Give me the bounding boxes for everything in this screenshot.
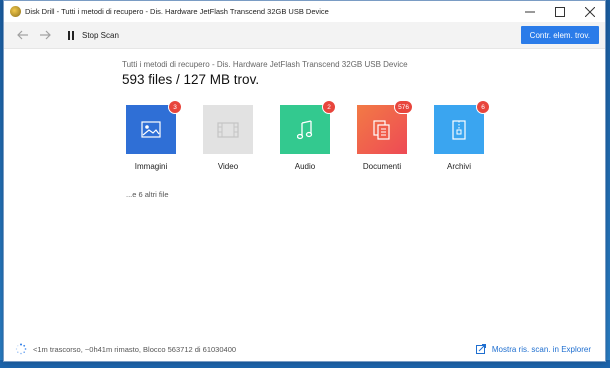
- pause-icon[interactable]: [64, 25, 78, 45]
- open-external-icon: [475, 344, 486, 354]
- show-in-explorer-label[interactable]: Mostra ris. scan. in Explorer: [492, 345, 591, 354]
- back-button[interactable]: [12, 25, 34, 45]
- category-tile-box[interactable]: 2: [280, 100, 336, 154]
- category-tile-video[interactable]: Video: [203, 105, 253, 171]
- forward-button[interactable]: [34, 25, 56, 45]
- review-found-items-button[interactable]: Contr. elem. trov.: [520, 26, 599, 44]
- category-label: Audio: [294, 162, 316, 171]
- file-count-badge: 3: [168, 100, 182, 114]
- maximize-button[interactable]: [545, 1, 575, 22]
- maximize-icon: [555, 6, 565, 17]
- film-icon: [217, 121, 239, 138]
- arrow-left-icon: [17, 30, 28, 40]
- loading-spinner-icon: [15, 343, 27, 355]
- main-content: Tutti i metodi di recupero - Dis. Hardwa…: [4, 49, 605, 361]
- disk-drill-app-icon: [10, 6, 21, 17]
- category-label: Archivi: [446, 162, 471, 171]
- image-icon: [141, 121, 161, 138]
- window-title: Disk Drill - Tutti i metodi di recupero …: [25, 7, 329, 16]
- category-tile-archives[interactable]: 6 Archivi: [434, 100, 490, 171]
- file-count-badge: 576: [394, 100, 413, 114]
- category-tile-audio[interactable]: 2 Audio: [280, 100, 336, 171]
- arrow-right-icon: [40, 30, 51, 40]
- category-tile-documents[interactable]: 576 Documenti: [357, 100, 413, 171]
- music-note-icon: [297, 119, 313, 139]
- minimize-icon: [525, 11, 535, 12]
- app-window: Disk Drill - Tutti i metodi di recupero …: [3, 0, 606, 362]
- category-tile-box[interactable]: 3: [126, 100, 182, 154]
- category-label: Documenti: [362, 162, 402, 171]
- category-tile-box[interactable]: 6: [434, 100, 490, 154]
- more-files-link[interactable]: ...e 6 altri file: [126, 190, 169, 199]
- category-tile-images[interactable]: 3 Immagini: [126, 100, 182, 171]
- recovery-method-subtitle: Tutti i metodi di recupero - Dis. Hardwa…: [122, 60, 408, 69]
- close-button[interactable]: [575, 1, 605, 22]
- show-in-explorer-link[interactable]: Mostra ris. scan. in Explorer: [475, 344, 591, 354]
- category-tile-box[interactable]: 576: [357, 100, 413, 154]
- document-icon: [373, 119, 390, 140]
- files-found-headline: 593 files / 127 MB trov.: [122, 72, 260, 87]
- category-tile-box[interactable]: [203, 105, 253, 154]
- scan-progress-text: <1m trascorso, ~0h41m rimasto, Blocco 56…: [33, 344, 237, 354]
- toolbar: Stop Scan Contr. elem. trov.: [4, 22, 605, 49]
- file-count-badge: 6: [476, 100, 490, 114]
- title-bar[interactable]: Disk Drill - Tutti i metodi di recupero …: [4, 1, 605, 22]
- category-label: Immagini: [134, 162, 168, 171]
- category-label: Video: [217, 162, 239, 171]
- status-bar: <1m trascorso, ~0h41m rimasto, Blocco 56…: [4, 338, 605, 360]
- archive-icon: [452, 119, 466, 140]
- close-icon: [585, 6, 595, 17]
- file-count-badge: 2: [322, 100, 336, 114]
- minimize-button[interactable]: [515, 1, 545, 22]
- stop-scan-button[interactable]: Stop Scan: [82, 31, 119, 40]
